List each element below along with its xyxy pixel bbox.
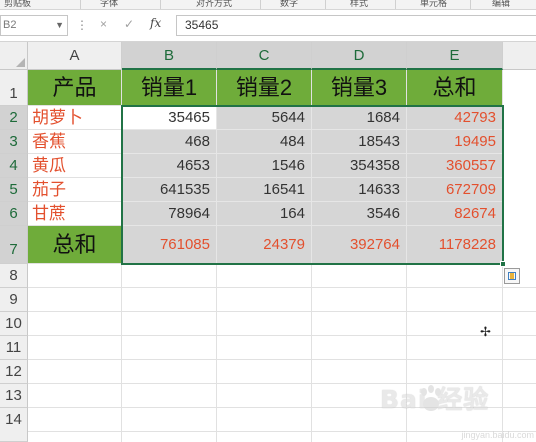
cell-d4[interactable]: 354358 xyxy=(312,154,407,178)
cell-d1[interactable]: 销量3 xyxy=(312,70,407,106)
row-header-5[interactable]: 5 xyxy=(0,178,28,202)
cell-b7[interactable]: 761085 xyxy=(122,226,217,264)
ribbon-group-clipboard[interactable]: 剪贴板 xyxy=(4,0,31,9)
watermark-url: jingyan.baidu.com xyxy=(461,430,534,440)
formula-bar: B2 ▼ ⋮ × ✓ fx 35465 xyxy=(0,10,536,42)
cell-c3[interactable]: 484 xyxy=(217,130,312,154)
column-header-c[interactable]: C xyxy=(217,42,312,70)
cell-a6[interactable]: 甘蔗 xyxy=(28,202,122,226)
ribbon-separator xyxy=(395,0,396,9)
cell-a5[interactable]: 茄子 xyxy=(28,178,122,202)
cell-b5[interactable]: 641535 xyxy=(122,178,217,202)
cell-e6[interactable]: 82674 xyxy=(407,202,503,226)
lightning-icon xyxy=(510,273,514,279)
cell-e3[interactable]: 19495 xyxy=(407,130,503,154)
column-header-d[interactable]: D xyxy=(312,42,407,70)
cancel-icon[interactable]: × xyxy=(100,17,107,31)
ribbon-separator xyxy=(80,0,81,9)
cell-d6[interactable]: 3546 xyxy=(312,202,407,226)
more-options-icon[interactable]: ⋮ xyxy=(76,18,88,32)
cell-d2[interactable]: 1684 xyxy=(312,106,407,130)
cell-cursor-icon: ✢ xyxy=(480,324,491,339)
gridline xyxy=(28,311,536,312)
row-header-7[interactable]: 7 xyxy=(0,226,28,264)
cell-b6[interactable]: 78964 xyxy=(122,202,217,226)
cell-a3[interactable]: 香蕉 xyxy=(28,130,122,154)
chevron-down-icon[interactable]: ▼ xyxy=(55,16,64,35)
empty-column-a[interactable] xyxy=(28,264,122,442)
quick-analysis-button[interactable] xyxy=(504,268,520,284)
row-header-12[interactable]: 12 xyxy=(0,360,28,384)
cell-e2[interactable]: 42793 xyxy=(407,106,503,130)
baidu-paw-icon xyxy=(421,385,441,411)
cell-b2[interactable]: 35465 xyxy=(122,106,217,130)
cell-c2[interactable]: 5644 xyxy=(217,106,312,130)
cell-d3[interactable]: 18543 xyxy=(312,130,407,154)
ribbon-separator xyxy=(160,0,161,9)
cell-c1[interactable]: 销量2 xyxy=(217,70,312,106)
cell-a2[interactable]: 胡萝卜 xyxy=(28,106,122,130)
name-box[interactable]: B2 ▼ xyxy=(0,15,68,36)
fill-handle[interactable] xyxy=(500,261,506,267)
row-header-3[interactable]: 3 xyxy=(0,130,28,154)
ribbon-separator xyxy=(470,0,471,9)
row-header-14[interactable]: 14 xyxy=(0,408,28,442)
cell-b3[interactable]: 468 xyxy=(122,130,217,154)
cell-e4[interactable]: 360557 xyxy=(407,154,503,178)
row-header-13[interactable]: 13 xyxy=(0,384,28,408)
gridline xyxy=(28,287,536,288)
row-header-2[interactable]: 2 xyxy=(0,106,28,130)
row-header-11[interactable]: 11 xyxy=(0,336,28,360)
ribbon-group-cells[interactable]: 单元格 xyxy=(420,0,447,9)
cell-e7[interactable]: 1178228 xyxy=(407,226,503,264)
empty-column-b[interactable] xyxy=(122,264,217,442)
column-header-a[interactable]: A xyxy=(28,42,122,70)
ribbon-group-styles[interactable]: 样式 xyxy=(350,0,368,9)
cell-a1[interactable]: 产品 xyxy=(28,70,122,106)
ribbon-separator xyxy=(260,0,261,9)
column-header-e[interactable]: E xyxy=(407,42,503,70)
cell-a4[interactable]: 黄瓜 xyxy=(28,154,122,178)
row-header-10[interactable]: 10 xyxy=(0,312,28,336)
insert-function-icon[interactable]: fx xyxy=(150,16,161,30)
empty-column-c[interactable] xyxy=(217,264,312,442)
ribbon-group-editing[interactable]: 编辑 xyxy=(492,0,510,9)
cell-c7[interactable]: 24379 xyxy=(217,226,312,264)
name-box-value: B2 xyxy=(3,19,17,31)
gridline xyxy=(28,335,536,336)
ribbon-group-font[interactable]: 字体 xyxy=(100,0,118,9)
row-header-6[interactable]: 6 xyxy=(0,202,28,226)
formula-input[interactable]: 35465 xyxy=(176,15,536,36)
select-all-icon xyxy=(16,58,25,67)
row-header-4[interactable]: 4 xyxy=(0,154,28,178)
select-all-button[interactable] xyxy=(0,42,28,70)
cell-d5[interactable]: 14633 xyxy=(312,178,407,202)
cell-b1[interactable]: 销量1 xyxy=(122,70,217,106)
cell-c4[interactable]: 1546 xyxy=(217,154,312,178)
cell-c6[interactable]: 164 xyxy=(217,202,312,226)
ribbon: 剪贴板 字体 对齐方式 数字 样式 单元格 编辑 xyxy=(0,0,536,10)
gridline xyxy=(28,359,536,360)
column-header-f[interactable] xyxy=(503,42,536,70)
enter-icon[interactable]: ✓ xyxy=(124,17,134,31)
ribbon-group-number[interactable]: 数字 xyxy=(280,0,298,9)
cell-b4[interactable]: 4653 xyxy=(122,154,217,178)
cell-c5[interactable]: 16541 xyxy=(217,178,312,202)
baidu-watermark: Bai 经验 jingyan.baidu.com xyxy=(380,378,536,442)
cell-a7[interactable]: 总和 xyxy=(28,226,122,264)
column-header-b[interactable]: B xyxy=(122,42,217,70)
row-header-9[interactable]: 9 xyxy=(0,288,28,312)
ribbon-group-alignment[interactable]: 对齐方式 xyxy=(196,0,232,9)
row-header-1[interactable]: 1 xyxy=(0,70,28,106)
row-header-8[interactable]: 8 xyxy=(0,264,28,288)
cell-e5[interactable]: 672709 xyxy=(407,178,503,202)
cell-e1[interactable]: 总和 xyxy=(407,70,503,106)
cell-d7[interactable]: 392764 xyxy=(312,226,407,264)
ribbon-separator xyxy=(325,0,326,9)
